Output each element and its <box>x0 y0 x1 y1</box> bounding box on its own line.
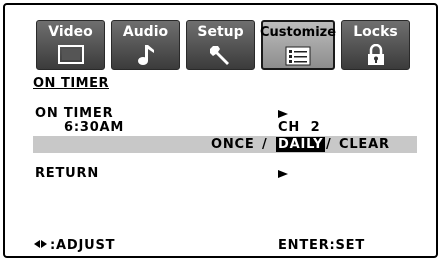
tab-video[interactable]: Video <box>36 20 105 70</box>
tab-locks-label: Locks <box>353 24 398 40</box>
option-daily[interactable]: DAILY <box>276 137 326 152</box>
on-timer-time[interactable]: 6:30AM <box>64 120 124 135</box>
tab-audio[interactable]: Audio <box>111 20 180 70</box>
music-note-icon <box>136 43 156 67</box>
channel-value[interactable]: CH 2 <box>278 120 321 135</box>
wrench-icon <box>209 43 233 67</box>
option-separator: / <box>326 137 332 152</box>
tab-audio-label: Audio <box>122 24 169 40</box>
arrow-right-icon <box>278 170 288 178</box>
list-icon <box>285 44 311 68</box>
page-title: ON TIMER <box>33 76 109 91</box>
tab-setup[interactable]: Setup <box>186 20 255 70</box>
option-separator: / <box>262 137 268 152</box>
tab-video-label: Video <box>48 24 93 40</box>
return-label[interactable]: RETURN <box>35 166 99 181</box>
adjust-hint: :ADJUST <box>50 238 116 253</box>
option-clear[interactable]: CLEAR <box>339 137 390 152</box>
tab-customize-label: Customize <box>259 25 337 40</box>
option-once[interactable]: ONCE <box>211 137 255 152</box>
tab-locks[interactable]: Locks <box>341 20 410 70</box>
left-right-arrows-icon <box>34 240 47 248</box>
enter-set-hint: ENTER:SET <box>278 238 366 253</box>
padlock-icon <box>366 43 386 67</box>
tab-setup-label: Setup <box>197 24 244 40</box>
screen-icon <box>57 43 84 67</box>
on-timer-label[interactable]: ON TIMER <box>35 106 113 121</box>
menu-tabs: Video Audio Setup Customize Locks <box>36 20 410 70</box>
tab-customize[interactable]: Customize <box>259 20 337 70</box>
arrow-right-icon <box>278 110 288 118</box>
